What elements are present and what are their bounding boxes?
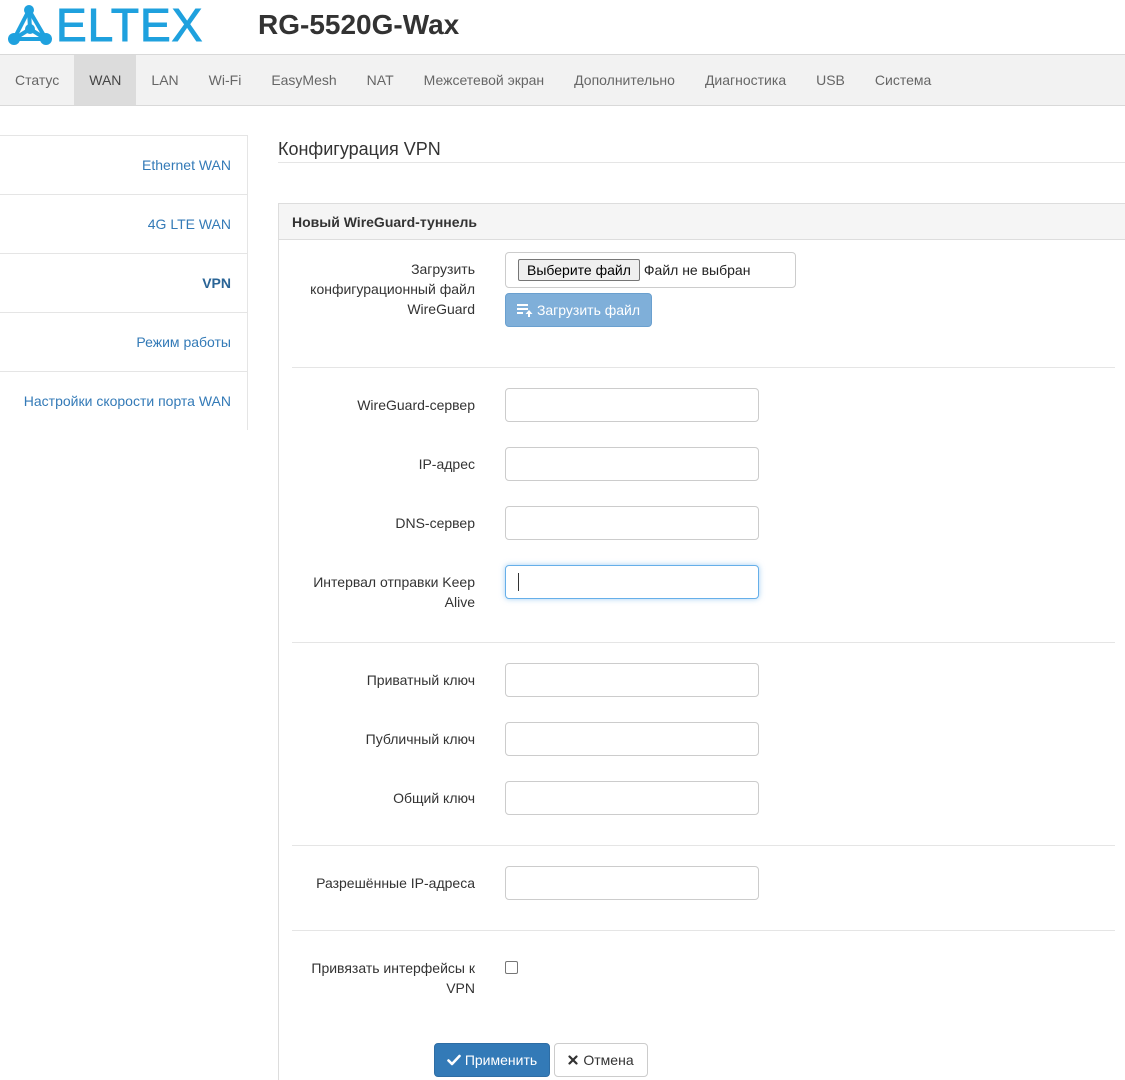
apply-label: Применить [464, 1052, 538, 1068]
sidebar-item-operation-mode[interactable]: Режим работы [0, 312, 247, 371]
file-status: Файл не выбран [643, 262, 751, 278]
cancel-button[interactable]: Отмена [554, 1043, 648, 1077]
sidebar-item-ethernet-wan[interactable]: Ethernet WAN [0, 135, 247, 194]
private-key-label: Приватный ключ [366, 672, 475, 688]
tab-advanced[interactable]: Дополнительно [559, 55, 690, 105]
top-navigation: Статус WAN LAN Wi-Fi EasyMesh NAT Межсет… [0, 54, 1125, 106]
section-divider [292, 930, 1115, 931]
section-divider [292, 642, 1115, 643]
bind-interfaces-checkbox[interactable] [505, 961, 518, 974]
title-divider [278, 162, 1125, 163]
sidebar: Ethernet WAN 4G LTE WAN VPN Режим работы… [0, 135, 248, 430]
cancel-label: Отмена [583, 1052, 634, 1068]
panel-heading: Новый WireGuard-туннель [278, 203, 1125, 240]
choose-file-button[interactable]: Выберите файл [518, 259, 640, 281]
allowed-ips-input[interactable] [505, 866, 759, 900]
panel-left-border [278, 203, 279, 1080]
text-caret [518, 573, 519, 591]
dns-server-input[interactable] [505, 506, 759, 540]
device-title: RG-5520G-Wax [258, 9, 460, 40]
shared-key-label: Общий ключ [393, 790, 475, 806]
public-key-label: Публичный ключ [365, 731, 475, 747]
section-divider [292, 367, 1115, 368]
tab-firewall[interactable]: Межсетевой экран [409, 55, 560, 105]
allowed-ips-label: Разрешённые IP-адреса [316, 875, 475, 891]
shared-key-input[interactable] [505, 781, 759, 815]
section-divider [292, 845, 1115, 846]
sidebar-item-vpn[interactable]: VPN [0, 253, 247, 312]
tab-usb[interactable]: USB [801, 55, 860, 105]
upload-file-button[interactable]: Загрузить файл [505, 293, 652, 327]
header: ELTEX RG-5520G-Wax [0, 0, 1125, 54]
wireguard-server-label: WireGuard-сервер [357, 397, 475, 413]
tab-lan[interactable]: LAN [136, 55, 193, 105]
tab-system[interactable]: Система [860, 55, 946, 105]
page-title: Конфигурация VPN [278, 139, 441, 159]
wireguard-server-input[interactable] [505, 388, 759, 422]
dns-server-label: DNS-сервер [395, 515, 475, 531]
ip-address-label: IP-адрес [418, 456, 475, 472]
tab-diagnostics[interactable]: Диагностика [690, 55, 801, 105]
eltex-logo[interactable]: ELTEX [6, 0, 204, 51]
logo-text: ELTEX [55, 0, 204, 51]
sidebar-item-4g-lte-wan[interactable]: 4G LTE WAN [0, 194, 247, 253]
keepalive-interval-label: Интервал отправки Keep Alive [313, 574, 475, 610]
tab-easymesh[interactable]: EasyMesh [256, 55, 351, 105]
public-key-input[interactable] [505, 722, 759, 756]
apply-button[interactable]: Применить [434, 1043, 550, 1077]
tab-status[interactable]: Статус [0, 55, 74, 105]
private-key-input[interactable] [505, 663, 759, 697]
keepalive-interval-input[interactable] [505, 565, 759, 599]
bind-interfaces-label: Привязать интерфейсы к VPN [311, 960, 475, 996]
upload-file-label: Загрузить файл [536, 302, 641, 318]
eltex-network-icon [6, 4, 52, 46]
ip-address-input[interactable] [505, 447, 759, 481]
tab-wifi[interactable]: Wi-Fi [194, 55, 257, 105]
upload-config-label: Загрузить конфигурационный файл WireGuar… [310, 261, 475, 317]
file-input[interactable]: Выберите файл Файл не выбран [505, 252, 796, 288]
tab-nat[interactable]: NAT [352, 55, 409, 105]
close-icon [568, 1055, 578, 1065]
tab-wan[interactable]: WAN [74, 55, 137, 105]
check-icon [447, 1054, 461, 1066]
sidebar-item-wan-port-speed[interactable]: Настройки скорости порта WAN [0, 371, 247, 430]
upload-list-icon [516, 303, 533, 317]
